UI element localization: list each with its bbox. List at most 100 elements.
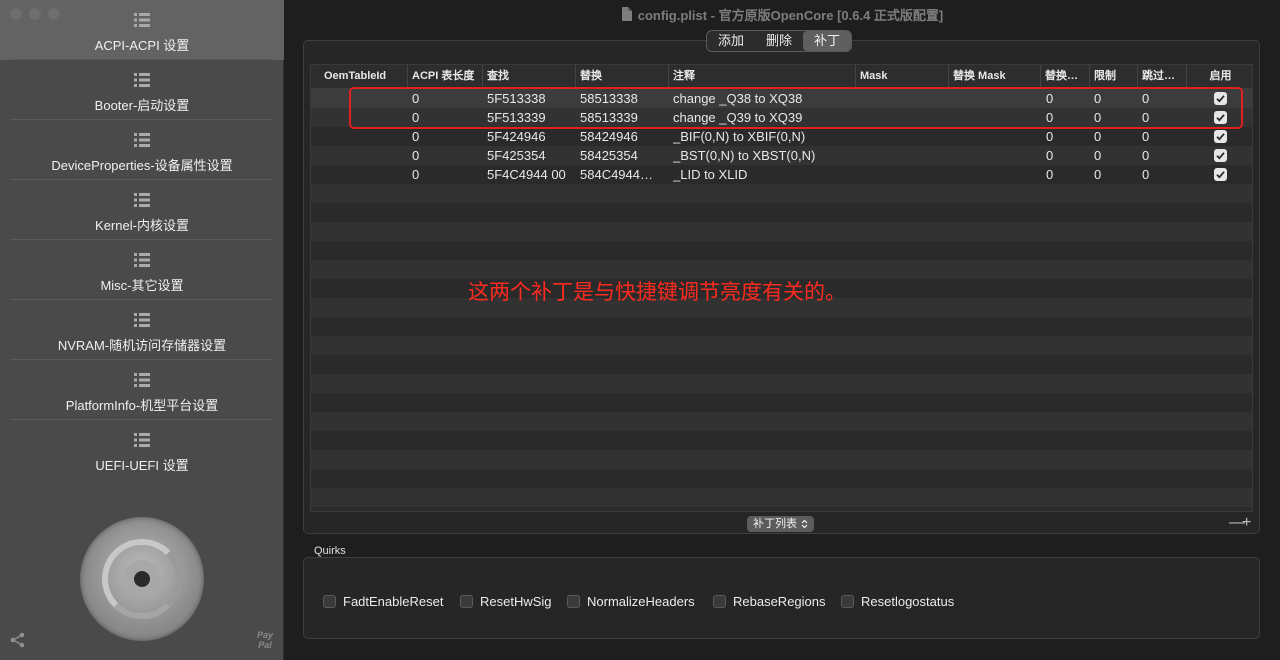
- tab-1[interactable]: 删除: [755, 31, 803, 51]
- cell-oem[interactable]: [324, 127, 404, 146]
- cell-comment[interactable]: _LID to XLID: [673, 165, 855, 184]
- column-header-10[interactable]: 启用: [1186, 65, 1252, 89]
- cell-length[interactable]: 0: [412, 146, 482, 165]
- sidebar-item-label: Misc-其它设置: [100, 278, 184, 293]
- cell-find[interactable]: 5F424946: [487, 127, 577, 146]
- tab-2[interactable]: 补丁: [803, 31, 852, 51]
- quirk-checkbox[interactable]: [567, 594, 580, 608]
- annotation-text: 这两个补丁是与快捷键调节亮度有关的。: [468, 281, 846, 304]
- quirk-checkbox[interactable]: [460, 594, 473, 608]
- cell-replace[interactable]: 58425354: [580, 146, 668, 165]
- quirk-checkbox[interactable]: [323, 594, 336, 608]
- cell-find[interactable]: 5F4C4944 00: [487, 165, 577, 184]
- column-header-4[interactable]: 注释: [668, 65, 855, 89]
- row-stripe: [311, 431, 1252, 450]
- sidebar-item-2[interactable]: DeviceProperties-设备属性设置: [0, 120, 284, 180]
- cell-replace-mask[interactable]: [952, 146, 1040, 165]
- enabled-checkbox[interactable]: [1214, 168, 1227, 181]
- sidebar: ACPI-ACPI 设置 Booter-启动设置 DeviceProperties-…: [0, 0, 284, 660]
- share-icon[interactable]: [10, 632, 26, 648]
- close-window-button[interactable]: [10, 8, 22, 20]
- list-icon: [134, 433, 150, 447]
- enabled-checkbox[interactable]: [1214, 130, 1227, 143]
- quirk-label: ResetHwSig: [480, 593, 552, 609]
- cell-mask[interactable]: [859, 146, 947, 165]
- sidebar-item-label: DeviceProperties-设备属性设置: [51, 158, 233, 173]
- quirk-resethwsig[interactable]: ResetHwSig: [460, 593, 552, 609]
- quirks-title: Quirks: [314, 545, 346, 557]
- column-header-6[interactable]: 替换 Mask: [948, 65, 1040, 89]
- cell-find[interactable]: 5F425354: [487, 146, 577, 165]
- cell-skip[interactable]: 0: [1142, 127, 1186, 146]
- zoom-window-button[interactable]: [48, 8, 60, 20]
- table-row[interactable]: 0 5F424946 58424946 _BIF(0,N) to XBIF(0,N) 0…: [311, 127, 1252, 146]
- column-header-2[interactable]: 查找: [482, 65, 575, 89]
- row-stripe: [311, 393, 1252, 412]
- minimize-window-button[interactable]: [29, 8, 41, 20]
- column-header-9[interactable]: 跳过…: [1137, 65, 1186, 89]
- row-stripe: [311, 488, 1252, 507]
- column-header-1[interactable]: ACPI 表长度: [407, 65, 482, 89]
- row-stripe: [311, 241, 1252, 260]
- cell-comment[interactable]: _BIF(0,N) to XBIF(0,N): [673, 127, 855, 146]
- column-header-7[interactable]: 替换…: [1040, 65, 1089, 89]
- paypal-icon[interactable]: Pay Pal: [255, 630, 275, 650]
- row-stripe: [311, 317, 1252, 336]
- table-row[interactable]: 0 5F4C4944 00 584C4944… _LID to XLID 0 0 0: [311, 165, 1252, 184]
- sidebar-item-6[interactable]: PlatformInfo-机型平台设置: [0, 360, 284, 420]
- column-header-0[interactable]: OemTableId: [320, 65, 407, 89]
- updown-chevron-icon: [801, 519, 808, 529]
- cell-limit[interactable]: 0: [1094, 146, 1138, 165]
- cell-skip[interactable]: 0: [1142, 146, 1186, 165]
- sidebar-item-3[interactable]: Kernel-内核设置: [0, 180, 284, 240]
- row-stripe: [311, 336, 1252, 355]
- quirk-checkbox[interactable]: [713, 594, 726, 608]
- row-stripe: [311, 450, 1252, 469]
- quirk-rebaseregions[interactable]: RebaseRegions: [713, 593, 826, 609]
- cell-replace-mask[interactable]: [952, 165, 1040, 184]
- cell-replace[interactable]: 584C4944…: [580, 165, 668, 184]
- sidebar-item-label: Kernel-内核设置: [95, 218, 189, 233]
- cell-replace-mask[interactable]: [952, 127, 1040, 146]
- sidebar-item-4[interactable]: Misc-其它设置: [0, 240, 284, 300]
- row-stripe: [311, 469, 1252, 488]
- sidebar-item-label: ACPI-ACPI 设置: [94, 38, 190, 53]
- patch-list-label: 补丁列表: [753, 518, 797, 530]
- cell-mask[interactable]: [859, 165, 947, 184]
- cell-count[interactable]: 0: [1046, 165, 1090, 184]
- list-icon: [134, 193, 150, 207]
- sidebar-item-5[interactable]: NVRAM-随机访问存储器设置: [0, 300, 284, 360]
- quirk-label: RebaseRegions: [733, 593, 826, 609]
- add-row-button[interactable]: +: [1242, 515, 1251, 531]
- cell-count[interactable]: 0: [1046, 146, 1090, 165]
- cell-length[interactable]: 0: [412, 165, 482, 184]
- quirk-checkbox[interactable]: [841, 594, 854, 608]
- sidebar-item-1[interactable]: Booter-启动设置: [0, 60, 284, 120]
- quirk-resetlogostatus[interactable]: Resetlogostatus: [841, 593, 954, 609]
- quirk-normalizeheaders[interactable]: NormalizeHeaders: [567, 593, 695, 609]
- window-controls: [10, 8, 60, 20]
- cell-oem[interactable]: [324, 146, 404, 165]
- cell-length[interactable]: 0: [412, 127, 482, 146]
- cell-skip[interactable]: 0: [1142, 165, 1186, 184]
- quirk-fadtenablereset[interactable]: FadtEnableReset: [323, 593, 443, 609]
- cell-oem[interactable]: [324, 165, 404, 184]
- table-row[interactable]: 0 5F425354 58425354 _BST(0,N) to XBST(0,N) 0…: [311, 146, 1252, 165]
- patch-list-select[interactable]: 补丁列表: [747, 516, 814, 532]
- cell-mask[interactable]: [859, 127, 947, 146]
- sidebar-item-7[interactable]: UEFI-UEFI 设置: [0, 420, 284, 480]
- column-header-3[interactable]: 替换: [575, 65, 668, 89]
- sidebar-item-label: UEFI-UEFI 设置: [95, 458, 189, 473]
- column-header-8[interactable]: 限制: [1089, 65, 1137, 89]
- list-icon: [134, 133, 150, 147]
- sidebar-divider: [10, 119, 272, 120]
- enabled-checkbox[interactable]: [1214, 149, 1227, 162]
- cell-limit[interactable]: 0: [1094, 127, 1138, 146]
- cell-count[interactable]: 0: [1046, 127, 1090, 146]
- cell-comment[interactable]: _BST(0,N) to XBST(0,N): [673, 146, 855, 165]
- cell-limit[interactable]: 0: [1094, 165, 1138, 184]
- opencore-disc-logo: [80, 517, 204, 641]
- column-header-5[interactable]: Mask: [855, 65, 948, 89]
- tab-0[interactable]: 添加: [707, 31, 755, 51]
- cell-replace[interactable]: 58424946: [580, 127, 668, 146]
